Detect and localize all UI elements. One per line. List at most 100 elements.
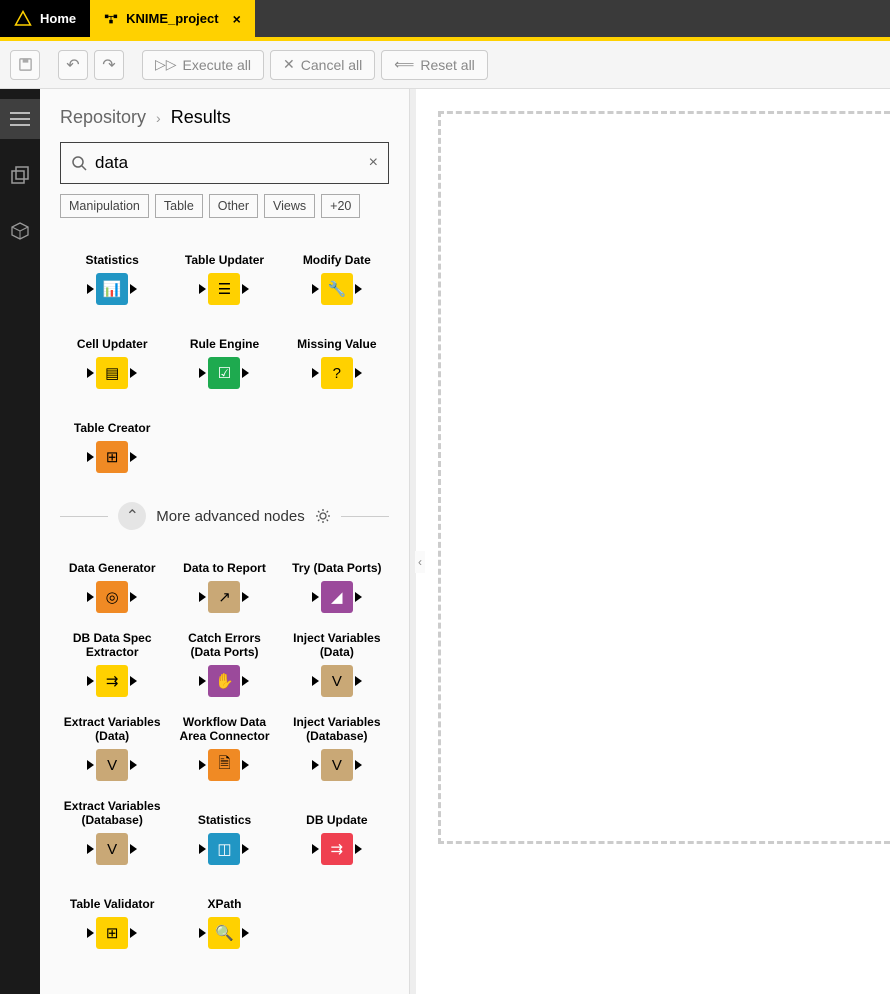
input-port-icon — [199, 592, 206, 602]
node-adv-12[interactable]: Table Validator ⊞ — [56, 884, 168, 950]
output-port-icon — [130, 844, 137, 854]
breadcrumb: Repository › Results — [40, 107, 409, 128]
repository-panel: Repository › Results × Manipulation Tabl… — [40, 89, 410, 994]
output-port-icon — [355, 676, 362, 686]
node-label: Cell Updater — [73, 324, 152, 352]
node-label: Inject Variables (Data) — [281, 632, 393, 660]
input-port-icon — [199, 284, 206, 294]
redo-button[interactable]: ↷ — [94, 50, 124, 80]
save-button[interactable] — [10, 50, 40, 80]
node-icon: ⇉ — [321, 833, 353, 865]
rail-repository[interactable] — [0, 99, 40, 139]
node-label: Data to Report — [179, 548, 270, 576]
node-basic-0[interactable]: Statistics 📊 — [56, 240, 168, 306]
main-area: Repository › Results × Manipulation Tabl… — [0, 89, 890, 994]
tab-bar: Home KNIME_project × — [0, 0, 890, 37]
tag-more[interactable]: +20 — [321, 194, 360, 218]
node-adv-0[interactable]: Data Generator ◎ — [56, 548, 168, 614]
node-basic-2[interactable]: Modify Date 🔧 — [281, 240, 393, 306]
node-basic-6[interactable]: Table Creator ⊞ — [56, 408, 168, 474]
node-label: Statistics — [194, 800, 255, 828]
separator-line — [341, 516, 389, 517]
node-label: DB Update — [302, 800, 371, 828]
output-port-icon — [242, 928, 249, 938]
tag-views[interactable]: Views — [264, 194, 315, 218]
node-icon: ▤ — [96, 357, 128, 389]
node-label: Missing Value — [293, 324, 380, 352]
node-adv-5[interactable]: Inject Variables (Data) V — [281, 632, 393, 698]
output-port-icon — [355, 844, 362, 854]
workflow-canvas[interactable]: ‹ — [410, 89, 890, 994]
node-adv-10[interactable]: Statistics ◫ — [168, 800, 280, 866]
node-adv-3[interactable]: DB Data Spec Extractor ⇉ — [56, 632, 168, 698]
list-icon — [10, 111, 30, 127]
node-icon: ☑ — [208, 357, 240, 389]
node-adv-11[interactable]: DB Update ⇉ — [281, 800, 393, 866]
tag-table[interactable]: Table — [155, 194, 203, 218]
node-icon: ◎ — [96, 581, 128, 613]
input-port-icon — [87, 368, 94, 378]
node-icon: ☰ — [208, 273, 240, 305]
node-adv-1[interactable]: Data to Report ↗ — [168, 548, 280, 614]
filter-tags: Manipulation Table Other Views +20 — [40, 194, 409, 218]
breadcrumb-current: Results — [171, 107, 231, 128]
canvas-drop-area[interactable] — [438, 111, 890, 844]
input-port-icon — [199, 760, 206, 770]
separator-line — [60, 516, 108, 517]
tab-home[interactable]: Home — [0, 0, 90, 37]
tab-project[interactable]: KNIME_project × — [90, 0, 255, 37]
breadcrumb-root[interactable]: Repository — [60, 107, 146, 128]
advanced-separator: ⌃ More advanced nodes — [40, 502, 409, 530]
node-adv-7[interactable]: Workflow Data Area Connector 🗎 — [168, 716, 280, 782]
node-basic-3[interactable]: Cell Updater ▤ — [56, 324, 168, 390]
input-port-icon — [87, 676, 94, 686]
node-adv-13[interactable]: XPath 🔍 — [168, 884, 280, 950]
node-basic-5[interactable]: Missing Value ? — [281, 324, 393, 390]
node-adv-9[interactable]: Extract Variables (Database) V — [56, 800, 168, 866]
node-adv-6[interactable]: Extract Variables (Data) V — [56, 716, 168, 782]
execute-all-button[interactable]: ▷▷Execute all — [142, 50, 264, 80]
toolbar: ↶ ↷ ▷▷Execute all ✕Cancel all ⟸Reset all — [0, 41, 890, 89]
knime-logo-icon — [14, 10, 32, 28]
collapse-panel-button[interactable]: ‹ — [415, 551, 425, 573]
chevron-up-icon: ⌃ — [126, 506, 139, 526]
cancel-all-button[interactable]: ✕Cancel all — [270, 50, 375, 80]
output-port-icon — [242, 844, 249, 854]
gear-icon[interactable] — [315, 508, 331, 524]
input-port-icon — [312, 844, 319, 854]
node-basic-1[interactable]: Table Updater ☰ — [168, 240, 280, 306]
node-grid-advanced: Data Generator ◎ Data to Report ↗ Try (D… — [40, 548, 409, 950]
input-port-icon — [87, 592, 94, 602]
input-port-icon — [312, 676, 319, 686]
reset-all-button[interactable]: ⟸Reset all — [381, 50, 488, 80]
rail-workflow[interactable] — [0, 155, 40, 195]
node-adv-4[interactable]: Catch Errors (Data Ports) ✋ — [168, 632, 280, 698]
search-input[interactable] — [95, 153, 361, 173]
input-port-icon — [312, 760, 319, 770]
play-icon: ▷▷ — [155, 56, 177, 73]
advanced-label: More advanced nodes — [156, 508, 304, 525]
node-label: Rule Engine — [186, 324, 263, 352]
output-port-icon — [130, 592, 137, 602]
node-icon: ⇉ — [96, 665, 128, 697]
node-basic-4[interactable]: Rule Engine ☑ — [168, 324, 280, 390]
output-port-icon — [130, 368, 137, 378]
undo-button[interactable]: ↶ — [58, 50, 88, 80]
cancel-all-label: Cancel all — [301, 57, 362, 73]
tag-manipulation[interactable]: Manipulation — [60, 194, 149, 218]
output-port-icon — [130, 284, 137, 294]
node-label: Table Validator — [66, 884, 158, 912]
collapse-advanced-button[interactable]: ⌃ — [118, 502, 146, 530]
input-port-icon — [312, 284, 319, 294]
node-label: Statistics — [81, 240, 142, 268]
node-label: Modify Date — [299, 240, 375, 268]
search-box[interactable]: × — [60, 142, 389, 184]
tag-other[interactable]: Other — [209, 194, 258, 218]
node-adv-2[interactable]: Try (Data Ports) ◢ — [281, 548, 393, 614]
node-icon: V — [96, 833, 128, 865]
clear-search-icon[interactable]: × — [369, 154, 378, 172]
rail-hub[interactable] — [0, 211, 40, 251]
output-port-icon — [242, 284, 249, 294]
node-adv-8[interactable]: Inject Variables (Database) V — [281, 716, 393, 782]
tab-close-icon[interactable]: × — [233, 11, 241, 27]
